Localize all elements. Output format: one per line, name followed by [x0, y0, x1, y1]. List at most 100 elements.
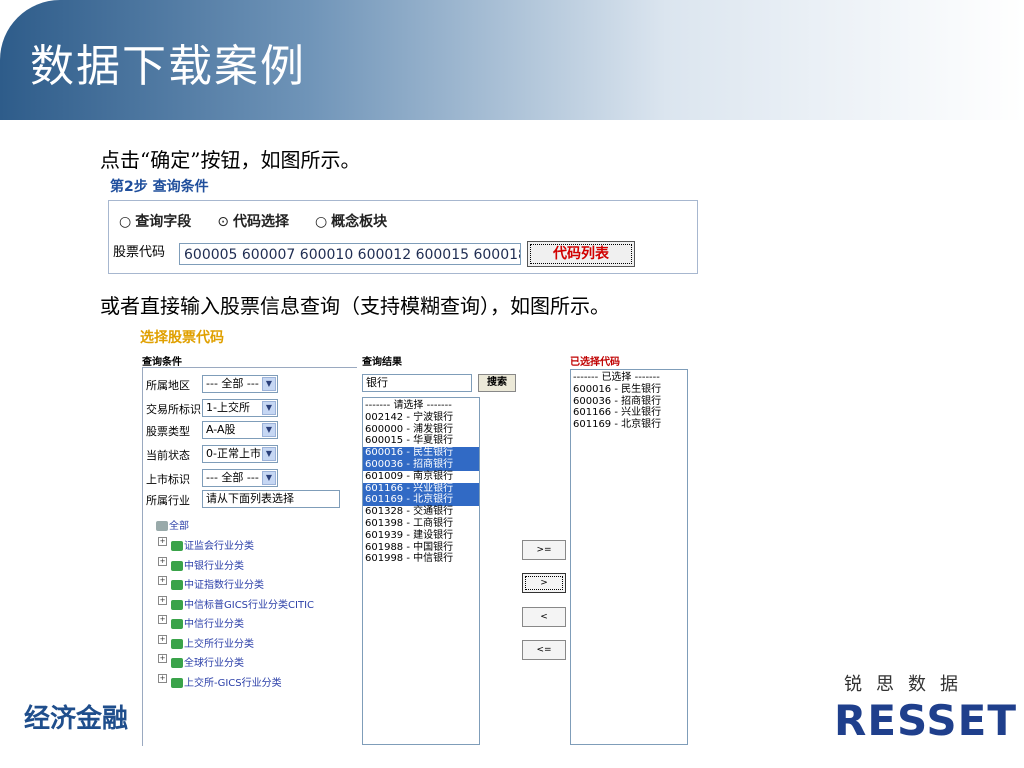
selected-item[interactable]: 601169 - 北京银行: [571, 419, 687, 431]
step2-title: 第2步 查询条件: [110, 179, 209, 195]
result-item[interactable]: 601328 - 交通银行: [363, 506, 479, 518]
add-all-button[interactable]: >=: [522, 540, 566, 560]
tree-root-icon: [156, 521, 168, 531]
field-label: 所属地区: [146, 379, 190, 392]
result-item[interactable]: 601998 - 中信银行: [363, 553, 479, 565]
title-banner: 数据下载案例: [0, 0, 1024, 120]
selected-listbox[interactable]: ------- 已选择 ------- 600016 - 民生银行 600036 -…: [570, 369, 688, 745]
stock-code-input[interactable]: 600005 600007 600010 600012 600015 60001…: [179, 243, 521, 265]
field-select[interactable]: 0-正常上市 ▼: [202, 445, 278, 463]
result-item[interactable]: 601939 - 建设银行: [363, 530, 479, 542]
expand-icon[interactable]: +: [158, 576, 167, 585]
tree-item[interactable]: + 中证指数行业分类: [158, 576, 264, 591]
logo-english: RESSET: [834, 696, 1017, 745]
code-list-button[interactable]: 代码列表: [527, 241, 635, 267]
chevron-down-icon[interactable]: ▼: [262, 471, 276, 485]
tree-item[interactable]: + 中信标普GICS行业分类CITIC: [158, 595, 314, 611]
select-value: --- 全部 ---: [206, 377, 259, 390]
chevron-down-icon[interactable]: ▼: [262, 447, 276, 461]
radio-unchecked-icon: ○: [314, 214, 328, 230]
results-header: 查询结果: [362, 357, 402, 368]
query-condition-box: ○ 查询字段 ⊙ 代码选择 ○ 概念板块 股票代码 600005 600007 60001…: [108, 200, 698, 274]
tree-item-label: 中信行业分类: [184, 619, 244, 630]
industry-label: 所属行业: [146, 494, 190, 507]
tree-item-label: 中证指数行业分类: [184, 580, 264, 591]
field-select[interactable]: 1-上交所 ▼: [202, 399, 278, 417]
category-icon: [171, 638, 183, 649]
tree-root-label: 全部: [169, 521, 189, 532]
expand-icon[interactable]: +: [158, 556, 167, 566]
search-button[interactable]: 搜索: [478, 374, 516, 392]
radio-2[interactable]: ⊙ 代码选择: [217, 214, 289, 230]
category-icon: [171, 580, 183, 590]
radio-label: 查询字段: [135, 214, 192, 230]
expand-icon[interactable]: +: [158, 634, 167, 644]
add-button[interactable]: >: [522, 573, 566, 593]
expand-icon[interactable]: +: [158, 615, 167, 624]
radio-group: ○ 查询字段 ⊙ 代码选择 ○ 概念板块: [119, 211, 413, 231]
field-label: 股票类型: [146, 425, 190, 438]
remove-all-button[interactable]: <=: [522, 640, 566, 660]
selected-item[interactable]: 601166 - 兴业银行: [571, 407, 687, 419]
result-item[interactable]: 600036 - 招商银行: [363, 458, 479, 471]
logo-chinese: 锐思数据: [844, 674, 972, 695]
result-item[interactable]: 600000 - 浦发银行: [363, 424, 479, 436]
chevron-down-icon[interactable]: ▼: [262, 401, 276, 415]
results-listbox[interactable]: ------- 请选择 ------- 002142 - 宁波银行 600000 -…: [362, 397, 480, 745]
expand-icon[interactable]: +: [158, 673, 167, 683]
caption-confirm: 点击“确定”按钮，如图所示。: [100, 148, 361, 172]
search-input[interactable]: 银行: [362, 374, 472, 392]
select-value: --- 全部 ---: [206, 471, 259, 484]
tree-item[interactable]: + 上交所-GICS行业分类: [158, 673, 282, 689]
tree-item-label: 上交所行业分类: [184, 638, 254, 650]
select-value: 1-上交所: [206, 401, 250, 414]
tree-item[interactable]: + 中信行业分类: [158, 615, 244, 630]
result-item[interactable]: 601988 - 中国银行: [363, 542, 479, 554]
radio-1[interactable]: ○ 查询字段: [119, 214, 191, 230]
field-select[interactable]: A-A股 ▼: [202, 421, 278, 439]
radio-unchecked-icon: ○: [119, 214, 132, 230]
selected-item[interactable]: ------- 已选择 -------: [571, 372, 687, 384]
tree-item-label: 上交所-GICS行业分类: [184, 677, 282, 689]
category-icon: [171, 677, 183, 688]
industry-input[interactable]: 请从下面列表选择: [202, 490, 340, 508]
result-item[interactable]: 601398 - 工商银行: [363, 518, 479, 530]
tree-item[interactable]: + 上交所行业分类: [158, 634, 254, 650]
stock-code-label: 股票代码: [113, 245, 166, 260]
selected-item[interactable]: 600016 - 民生银行: [571, 384, 687, 396]
result-item[interactable]: 601169 - 北京银行: [363, 494, 479, 507]
selected-item[interactable]: 600036 - 招商银行: [571, 396, 687, 408]
conditions-header: 查询条件: [142, 357, 182, 368]
category-icon: [171, 619, 183, 629]
footer-brand-text: 经济金融: [24, 704, 129, 734]
chevron-down-icon[interactable]: ▼: [262, 377, 276, 391]
field-select[interactable]: --- 全部 --- ▼: [202, 375, 278, 393]
field-label: 上市标识: [146, 473, 190, 486]
stock-selector-panel: 选择股票代码 查询条件 查询结果 已选择代码 所属地区 --- 全部 --- ▼ 交易…: [126, 327, 688, 746]
expand-icon[interactable]: +: [158, 595, 167, 605]
result-item[interactable]: 600015 - 华夏银行: [363, 435, 479, 447]
chevron-down-icon[interactable]: ▼: [262, 423, 276, 437]
tree-item[interactable]: + 中银行业分类: [158, 556, 244, 572]
tree-root[interactable]: 全部: [156, 517, 189, 532]
radio-checked-icon: ⊙: [217, 214, 229, 230]
result-item[interactable]: 600016 - 民生银行: [363, 447, 479, 459]
result-item[interactable]: 601009 - 南京银行: [363, 471, 479, 483]
selected-header: 已选择代码: [570, 357, 620, 368]
result-item[interactable]: 002142 - 宁波银行: [363, 412, 479, 424]
tree-item[interactable]: + 证监会行业分类: [158, 537, 254, 552]
tree-item[interactable]: + 全球行业分类: [158, 654, 244, 669]
selector-title: 选择股票代码: [140, 330, 224, 346]
radio-3[interactable]: ○ 概念板块: [315, 214, 387, 230]
expand-icon[interactable]: +: [158, 537, 167, 546]
remove-button[interactable]: <: [522, 607, 566, 627]
category-icon: [171, 560, 183, 571]
result-item[interactable]: 601166 - 兴业银行: [363, 482, 479, 495]
select-value: 0-正常上市: [206, 447, 261, 460]
field-label: 当前状态: [146, 449, 190, 462]
field-select[interactable]: --- 全部 --- ▼: [202, 469, 278, 487]
expand-icon[interactable]: +: [158, 654, 167, 663]
field-label: 交易所标识: [146, 403, 201, 416]
slide-title: 数据下载案例: [30, 41, 306, 92]
result-item[interactable]: ------- 请选择 -------: [363, 400, 479, 412]
